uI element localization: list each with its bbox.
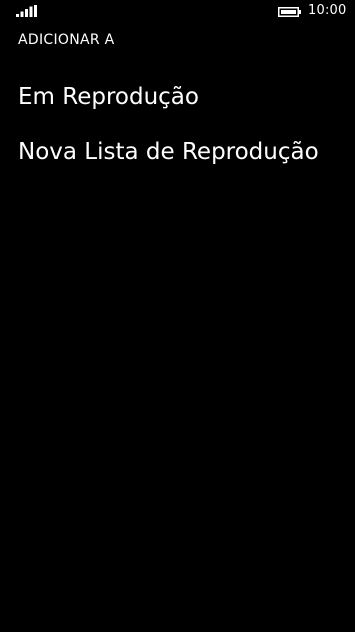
menu-item-new-playlist[interactable]: Nova Lista de Reprodução	[18, 137, 319, 167]
battery-icon	[278, 7, 301, 17]
signal-strength-icon	[16, 5, 37, 17]
status-bar: 10:00	[0, 0, 355, 26]
menu-item-now-playing[interactable]: Em Reprodução	[18, 82, 319, 112]
status-clock: 10:00	[308, 3, 347, 18]
add-to-options-list: Em Reprodução Nova Lista de Reprodução	[18, 82, 319, 192]
page-title: ADICIONAR A	[18, 32, 115, 48]
